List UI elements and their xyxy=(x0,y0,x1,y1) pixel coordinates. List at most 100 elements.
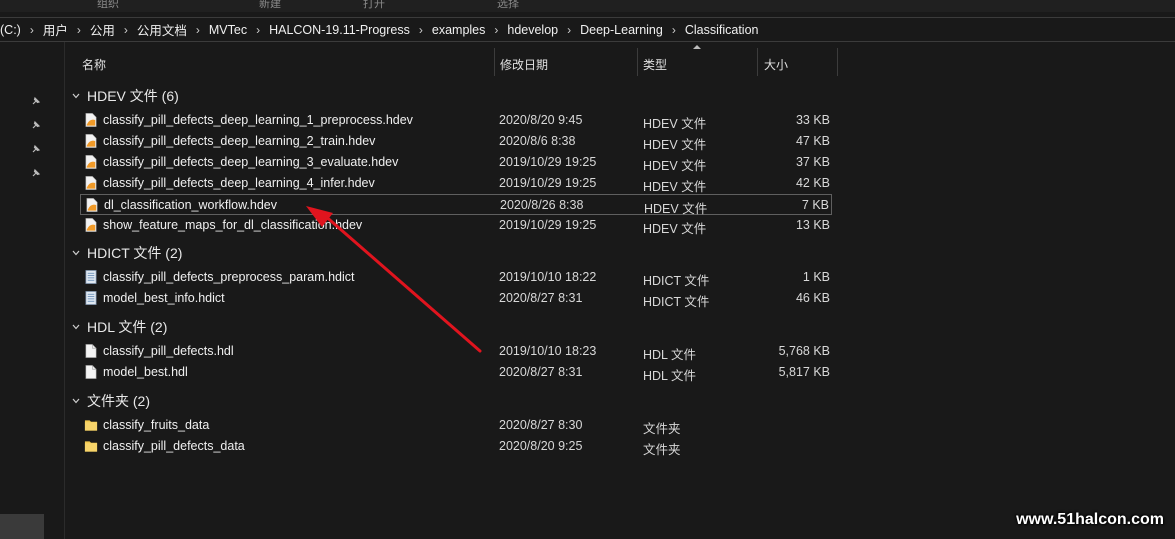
pin-icon[interactable] xyxy=(31,168,41,178)
file-date: 2019/10/29 19:25 xyxy=(499,155,597,169)
chevron-right-icon[interactable]: › xyxy=(253,23,263,37)
column-label: 大小 xyxy=(764,58,789,72)
file-size: 7 KB xyxy=(801,198,829,212)
file-type: HDEV 文件 xyxy=(643,180,707,194)
file-row[interactable]: classify_pill_defects_preprocess_param.h… xyxy=(80,267,832,288)
file-date: 2019/10/10 18:22 xyxy=(499,270,597,284)
hdev-file-icon xyxy=(85,113,97,127)
hdev-file-icon xyxy=(85,176,97,190)
hdl-file-icon xyxy=(85,344,97,358)
chevron-right-icon[interactable]: › xyxy=(74,23,84,37)
file-row[interactable]: classify_pill_defects_deep_learning_3_ev… xyxy=(80,152,832,173)
column-divider[interactable] xyxy=(494,48,495,76)
chevron-right-icon[interactable]: › xyxy=(669,23,679,37)
file-type: 文件夹 xyxy=(643,422,681,436)
crumb-users[interactable]: 用户 xyxy=(37,20,74,39)
hdict-file-icon xyxy=(85,291,97,305)
group-title: HDL 文件 (2) xyxy=(87,319,168,335)
pin-icon[interactable] xyxy=(31,120,41,130)
file-date: 2020/8/27 8:31 xyxy=(499,365,583,379)
column-divider[interactable] xyxy=(637,48,638,76)
hdev-file-icon xyxy=(86,198,98,212)
pin-icon[interactable] xyxy=(31,144,41,154)
file-row[interactable]: classify_pill_defects_deep_learning_1_pr… xyxy=(80,110,832,131)
chevron-down-icon[interactable] xyxy=(72,397,80,405)
crumb-public[interactable]: 公用 xyxy=(84,20,121,39)
ribbon-select[interactable]: 选择 xyxy=(497,0,519,11)
file-type: HDEV 文件 xyxy=(643,138,707,152)
file-date: 2020/8/6 8:38 xyxy=(499,134,576,148)
chevron-down-icon[interactable] xyxy=(72,323,80,331)
file-name: classify_pill_defects_deep_learning_1_pr… xyxy=(103,113,413,127)
file-row[interactable]: classify_pill_defects_deep_learning_2_tr… xyxy=(80,131,832,152)
group-header[interactable]: 文件夹 (2) xyxy=(72,391,150,411)
ribbon-new[interactable]: 新建 xyxy=(259,0,281,11)
chevron-right-icon[interactable]: › xyxy=(193,23,203,37)
file-type: HDEV 文件 xyxy=(643,222,707,236)
pin-icon[interactable] xyxy=(31,96,41,106)
crumb-mvtec[interactable]: MVTec xyxy=(203,23,253,37)
crumb-drive[interactable]: (C:) xyxy=(0,23,27,37)
chevron-down-icon[interactable] xyxy=(72,249,80,257)
file-row[interactable]: classify_pill_defects_deep_learning_4_in… xyxy=(80,173,832,194)
column-label: 名称 xyxy=(82,58,107,72)
file-name: classify_pill_defects_deep_learning_3_ev… xyxy=(103,155,399,169)
file-name: classify_fruits_data xyxy=(103,418,210,432)
file-size: 13 KB xyxy=(795,218,830,232)
crumb-examples[interactable]: examples xyxy=(426,23,492,37)
crumb-deep-learning[interactable]: Deep-Learning xyxy=(574,23,669,37)
group-title: 文件夹 (2) xyxy=(87,393,150,409)
column-header-name[interactable]: 名称 xyxy=(76,42,494,76)
file-name: show_feature_maps_for_dl_classification.… xyxy=(103,218,363,232)
file-size: 47 KB xyxy=(795,134,830,148)
group-header[interactable]: HDICT 文件 (2) xyxy=(72,243,182,263)
nav-scrollbar[interactable] xyxy=(0,514,44,539)
column-divider[interactable] xyxy=(837,48,838,76)
file-name: classify_pill_defects_data xyxy=(103,439,245,453)
column-divider[interactable] xyxy=(757,48,758,76)
hdev-file-icon xyxy=(85,134,97,148)
file-size: 46 KB xyxy=(795,291,830,305)
pane-divider[interactable] xyxy=(64,42,65,539)
chevron-right-icon[interactable]: › xyxy=(564,23,574,37)
file-size: 5,768 KB xyxy=(778,344,830,358)
file-row[interactable]: classify_pill_defects.hdl 2019/10/10 18:2… xyxy=(80,341,832,362)
file-row[interactable]: classify_pill_defects_data 2020/8/20 9:25… xyxy=(80,436,832,457)
group-title: HDICT 文件 (2) xyxy=(87,245,183,261)
file-row[interactable]: classify_fruits_data 2020/8/27 8:30 文件夹 xyxy=(80,415,832,436)
file-name: classify_pill_defects_preprocess_param.h… xyxy=(103,270,355,284)
chevron-down-icon[interactable] xyxy=(72,92,80,100)
file-name: dl_classification_workflow.hdev xyxy=(104,198,278,212)
file-type: HDICT 文件 xyxy=(643,295,710,309)
hdict-file-icon xyxy=(85,270,97,284)
chevron-right-icon[interactable]: › xyxy=(27,23,37,37)
navigation-pane[interactable] xyxy=(0,42,62,539)
file-row[interactable]: model_best_info.hdict 2020/8/27 8:31 HDICT… xyxy=(80,288,832,309)
crumb-hdevelop[interactable]: hdevelop xyxy=(501,23,564,37)
crumb-classification[interactable]: Classification xyxy=(679,23,765,37)
crumb-public-documents[interactable]: 公用文档 xyxy=(131,20,193,39)
chevron-right-icon[interactable]: › xyxy=(121,23,131,37)
crumb-halcon[interactable]: HALCON-19.11-Progress xyxy=(263,23,416,37)
file-row[interactable]: show_feature_maps_for_dl_classification.… xyxy=(80,215,832,236)
file-row[interactable]: model_best.hdl 2020/8/27 8:31 HDL 文件 5,817 … xyxy=(80,362,832,383)
file-date: 2019/10/10 18:23 xyxy=(499,344,597,358)
column-label: 类型 xyxy=(643,58,668,72)
file-name: model_best.hdl xyxy=(103,365,188,379)
sort-ascending-icon xyxy=(693,45,701,49)
breadcrumb[interactable]: (C:) › 用户 › 公用 › 公用文档 › MVTec › HALCON-1… xyxy=(0,17,1175,42)
group-header[interactable]: HDL 文件 (2) xyxy=(72,317,167,337)
column-header-date[interactable]: 修改日期 xyxy=(495,42,637,76)
column-header-size[interactable]: 大小 xyxy=(758,42,837,76)
hdl-file-icon xyxy=(85,365,97,379)
file-date: 2020/8/20 9:45 xyxy=(499,113,583,127)
file-size: 33 KB xyxy=(795,113,830,127)
chevron-right-icon[interactable]: › xyxy=(416,23,426,37)
file-row[interactable]: dl_classification_workflow.hdev 2020/8/26… xyxy=(80,194,832,216)
ribbon-open[interactable]: 打开 xyxy=(363,0,385,11)
hdev-file-icon xyxy=(85,155,97,169)
file-date: 2019/10/29 19:25 xyxy=(499,176,597,190)
ribbon-organize[interactable]: 组织 xyxy=(97,0,119,11)
chevron-right-icon[interactable]: › xyxy=(491,23,501,37)
group-header[interactable]: HDEV 文件 (6) xyxy=(72,86,179,106)
